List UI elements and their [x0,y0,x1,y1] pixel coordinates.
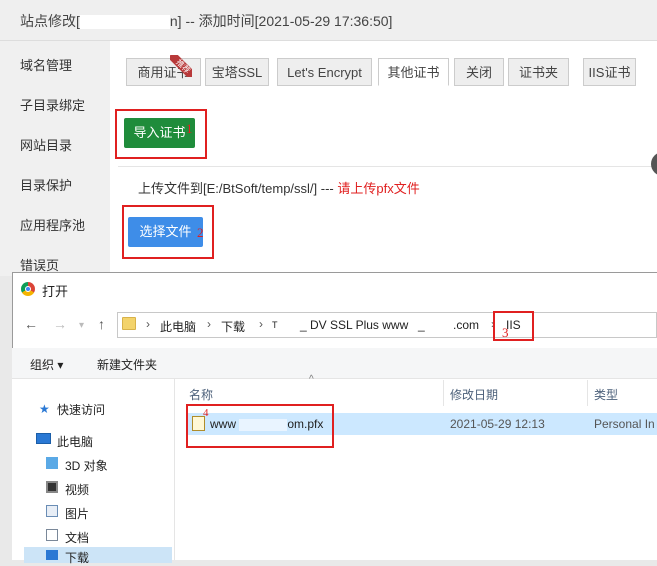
column-divider[interactable] [443,380,444,406]
nav-item-quick-access[interactable]: 快速访问 [57,401,105,418]
organize-menu[interactable]: 组织 ▾ [30,356,63,373]
tab-lets-encrypt[interactable]: Let's Encrypt [277,58,372,86]
sidebar-item-site-dir[interactable]: 网站目录 [20,135,72,154]
ribbon-label: 推荐 [170,55,192,77]
tab-other-cert[interactable]: 其他证书 [378,58,449,86]
folder-icon [122,317,136,330]
window-title: 站点修改[ n] -- 添加时间[2021-05-29 17:36:50] [20,11,392,31]
dialog-title: 打开 [42,284,69,299]
breadcrumb-downloads[interactable]: 下载 [221,318,245,335]
chevron-right-icon: › [207,317,211,331]
highlight-box-3 [493,311,534,341]
download-icon [46,550,58,560]
annotation-4: 4 [203,407,209,419]
breadcrumb-folder-dv-ssl[interactable]: _ DV SSL Plus www [300,318,408,332]
highlight-box-1 [115,109,207,159]
new-folder-button[interactable]: 新建文件夹 [97,356,157,373]
picture-icon [46,505,58,517]
tab-close[interactable]: 关闭 [454,58,504,86]
tab-cert-folder[interactable]: 证书夹 [508,58,569,86]
breadcrumb-folder-mid: _ [418,318,425,332]
breadcrumb-folder-com[interactable]: .com [453,318,479,332]
upload-path-text: 上传文件到[E:/BtSoft/temp/ssl/] --- [138,181,338,196]
title-suffix: n] -- 添加时间[2021-05-29 17:36:50] [169,13,393,29]
nav-item-pictures[interactable]: 图片 [65,505,89,522]
pane-splitter[interactable] [174,379,175,560]
back-icon[interactable]: ← [24,316,38,332]
chrome-icon [21,282,35,296]
nav-item-videos[interactable]: 视频 [65,481,89,498]
nav-item-3d-objects[interactable]: 3D 对象 [65,457,108,474]
up-icon[interactable]: ↑ [98,316,105,332]
nav-item-this-pc[interactable]: 此电脑 [57,433,93,450]
annotation-3: 3 [502,325,509,340]
chevron-right-icon: › [259,317,263,331]
breadcrumb-folder-t[interactable]: T [272,320,278,330]
recent-chevron-icon[interactable]: ▾ [79,320,84,331]
nav-item-documents[interactable]: 文档 [65,529,89,546]
annotation-2: 2 [197,225,204,240]
tab-iis-cert[interactable]: IIS证书 [583,58,636,86]
recommend-ribbon: 推荐 [170,55,192,77]
redacted-mask [79,15,170,30]
sidebar-item-subdir[interactable]: 子目录绑定 [20,95,85,114]
upload-warning: 请上传pfx文件 [337,181,420,196]
file-modified: 2021-05-29 12:13 [450,417,545,431]
title-prefix: 站点修改[ [20,13,80,29]
breadcrumb-this-pc[interactable]: 此电脑 [160,318,196,335]
star-icon: ★ [39,402,50,416]
annotation-1: 1 [186,121,193,136]
sidebar-item-app-pool[interactable]: 应用程序池 [20,215,85,234]
sort-up-icon: ^ [309,374,314,385]
column-header-name[interactable]: 名称 [189,386,213,403]
column-divider[interactable] [587,380,588,406]
sidebar-item-domain[interactable]: 域名管理 [20,55,72,74]
nav-item-downloads[interactable]: 下载 [65,549,89,566]
forward-icon[interactable]: → [53,316,67,332]
window-titlebar: 站点修改[ n] -- 添加时间[2021-05-29 17:36:50] [0,0,657,41]
sidebar-item-dir-protect[interactable]: 目录保护 [20,175,72,194]
file-type: Personal In [594,417,655,431]
chevron-right-icon: › [146,317,150,331]
video-icon [46,481,58,493]
cube-icon [46,457,58,469]
sidebar [0,41,110,276]
tab-bt-ssl[interactable]: 宝塔SSL [205,58,269,86]
computer-icon [36,433,51,444]
column-header-type[interactable]: 类型 [594,386,618,403]
column-header-modified[interactable]: 修改日期 [450,386,498,403]
document-icon [46,529,58,541]
upload-title: 上传文件到[E:/BtSoft/temp/ssl/] --- 请上传pfx文件 [138,178,420,197]
